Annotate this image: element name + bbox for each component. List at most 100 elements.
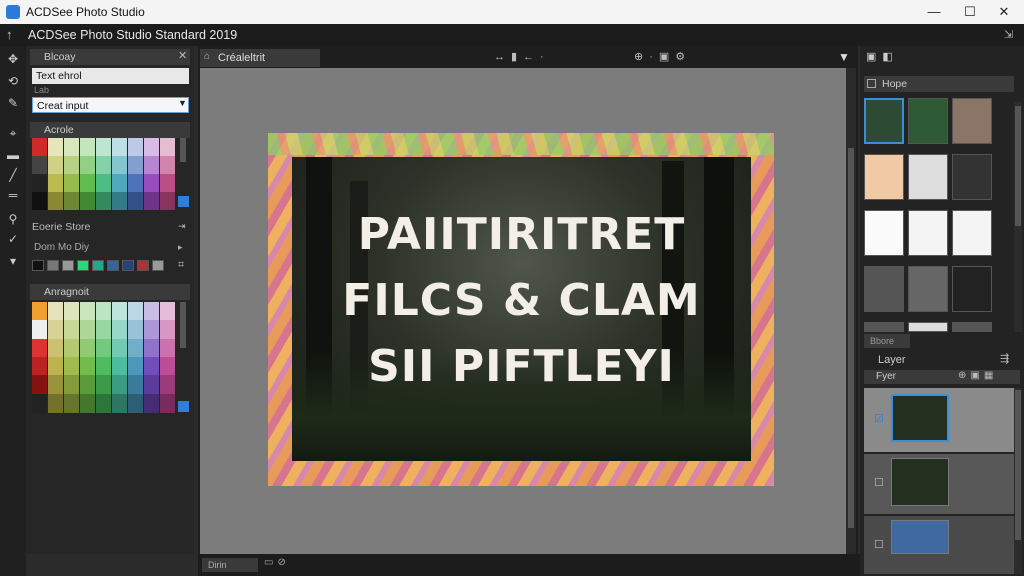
- color-swatch[interactable]: [128, 138, 143, 156]
- preset-thumbnail[interactable]: [908, 98, 948, 144]
- color-swatch[interactable]: [64, 138, 79, 156]
- recent-swatch[interactable]: [62, 260, 74, 271]
- brush-tool-icon[interactable]: ✎: [0, 92, 26, 114]
- color-swatch[interactable]: [112, 174, 127, 192]
- color-swatch[interactable]: [144, 302, 159, 321]
- color-swatch[interactable]: [144, 320, 159, 340]
- color-swatch[interactable]: [64, 338, 79, 358]
- color-swatch[interactable]: [48, 174, 63, 192]
- color-swatch[interactable]: [80, 393, 95, 413]
- pin-icon[interactable]: ⇲: [1004, 28, 1013, 41]
- color-swatch[interactable]: [96, 302, 111, 321]
- color-swatch[interactable]: [128, 302, 143, 321]
- zoom-tool-icon[interactable]: ⚲: [0, 208, 26, 230]
- color-swatch[interactable]: [128, 357, 143, 376]
- line-tool-icon[interactable]: ═: [0, 184, 26, 206]
- color-swatch[interactable]: [80, 302, 95, 321]
- color-swatch[interactable]: [160, 138, 175, 156]
- palette-scrollbar[interactable]: [180, 138, 186, 162]
- recent-swatch[interactable]: [77, 260, 89, 271]
- color-swatch[interactable]: [32, 338, 47, 358]
- color-swatch[interactable]: [48, 138, 63, 156]
- color-swatch[interactable]: [96, 320, 111, 340]
- color-swatch[interactable]: [160, 375, 175, 395]
- color-swatch[interactable]: [32, 357, 47, 376]
- color-swatch[interactable]: [112, 320, 127, 340]
- color-swatch[interactable]: [64, 357, 79, 376]
- preset-thumbnail[interactable]: [952, 98, 992, 144]
- recent-swatch[interactable]: [122, 260, 134, 271]
- panel-close-icon[interactable]: ✕: [178, 49, 187, 62]
- color-swatch[interactable]: [144, 192, 159, 210]
- color-swatch[interactable]: [80, 320, 95, 340]
- pen-tool-icon[interactable]: ╱: [0, 164, 26, 186]
- layer-thumbnail-2[interactable]: [891, 458, 949, 506]
- color-swatch[interactable]: [64, 156, 79, 174]
- color-swatch[interactable]: [160, 393, 175, 413]
- filter-icon[interactable]: ▼: [838, 50, 850, 64]
- color-palette-2[interactable]: [32, 302, 178, 413]
- color-swatch[interactable]: [48, 375, 63, 395]
- color-swatch[interactable]: [80, 338, 95, 358]
- color-swatch[interactable]: [80, 375, 95, 395]
- color-swatch[interactable]: [48, 192, 63, 210]
- layer-scrollbar[interactable]: [1014, 388, 1022, 574]
- color-swatch[interactable]: [128, 156, 143, 174]
- color-swatch[interactable]: [112, 138, 127, 156]
- preset-thumbnail[interactable]: [952, 266, 992, 312]
- panel-toolbar-icons[interactable]: ▣◧: [866, 50, 899, 63]
- palette-corner-icon-2[interactable]: [178, 401, 189, 412]
- color-swatch[interactable]: [128, 174, 143, 192]
- color-swatch[interactable]: [32, 302, 47, 321]
- recent-swatches[interactable]: [32, 260, 172, 273]
- layer-thumbnail-3[interactable]: [891, 520, 949, 554]
- recent-swatch[interactable]: [47, 260, 59, 271]
- color-swatch[interactable]: [48, 338, 63, 358]
- toolbar-settings-icons[interactable]: ⊕·▣⚙: [634, 50, 691, 63]
- color-swatch[interactable]: [80, 357, 95, 376]
- color-swatch[interactable]: [80, 156, 95, 174]
- color-swatch[interactable]: [160, 320, 175, 340]
- color-swatch[interactable]: [144, 338, 159, 358]
- layer-thumbnail[interactable]: [891, 394, 949, 442]
- back-arrow-icon[interactable]: ↑: [6, 27, 13, 42]
- folder-tool-icon[interactable]: ▬: [0, 144, 26, 166]
- tab-document[interactable]: Créaleltrit: [200, 49, 320, 67]
- preset-thumbnail[interactable]: [864, 210, 904, 256]
- preset-thumbnail[interactable]: [864, 98, 904, 144]
- toolbar-nav-icons[interactable]: ↔▮←·: [494, 50, 550, 63]
- color-palette[interactable]: [32, 138, 178, 210]
- color-swatch[interactable]: [80, 174, 95, 192]
- color-swatch[interactable]: [112, 393, 127, 413]
- color-swatch[interactable]: [96, 338, 111, 358]
- color-swatch[interactable]: [112, 156, 127, 174]
- color-swatch[interactable]: [96, 192, 111, 210]
- preset-thumbnail[interactable]: [908, 266, 948, 312]
- color-swatch[interactable]: [96, 156, 111, 174]
- preset-thumbnail[interactable]: [864, 266, 904, 312]
- preset-thumbnail[interactable]: [908, 210, 948, 256]
- color-swatch[interactable]: [48, 320, 63, 340]
- color-swatch[interactable]: [160, 192, 175, 210]
- color-swatch[interactable]: [32, 174, 47, 192]
- status-icons[interactable]: ▭⊘: [264, 557, 290, 568]
- color-swatch[interactable]: [128, 338, 143, 358]
- color-swatch[interactable]: [96, 357, 111, 376]
- color-swatch[interactable]: [160, 338, 175, 358]
- color-swatch[interactable]: [64, 192, 79, 210]
- expand-tool-icon[interactable]: ▾: [0, 250, 26, 272]
- expand-icon[interactable]: ▸: [178, 242, 183, 253]
- color-swatch[interactable]: [160, 357, 175, 376]
- color-swatch[interactable]: [80, 192, 95, 210]
- color-swatch[interactable]: [112, 375, 127, 395]
- preset-thumbnail[interactable]: [952, 210, 992, 256]
- color-swatch[interactable]: [112, 338, 127, 358]
- recent-swatch[interactable]: [137, 260, 149, 271]
- palette-scrollbar-2[interactable]: [180, 302, 186, 348]
- minimize-button[interactable]: —: [914, 3, 954, 21]
- color-swatch[interactable]: [64, 302, 79, 321]
- rotate-tool-icon[interactable]: ⟲: [0, 70, 26, 92]
- preset-thumbnail[interactable]: [864, 154, 904, 200]
- recent-swatch[interactable]: [152, 260, 164, 271]
- color-swatch[interactable]: [96, 393, 111, 413]
